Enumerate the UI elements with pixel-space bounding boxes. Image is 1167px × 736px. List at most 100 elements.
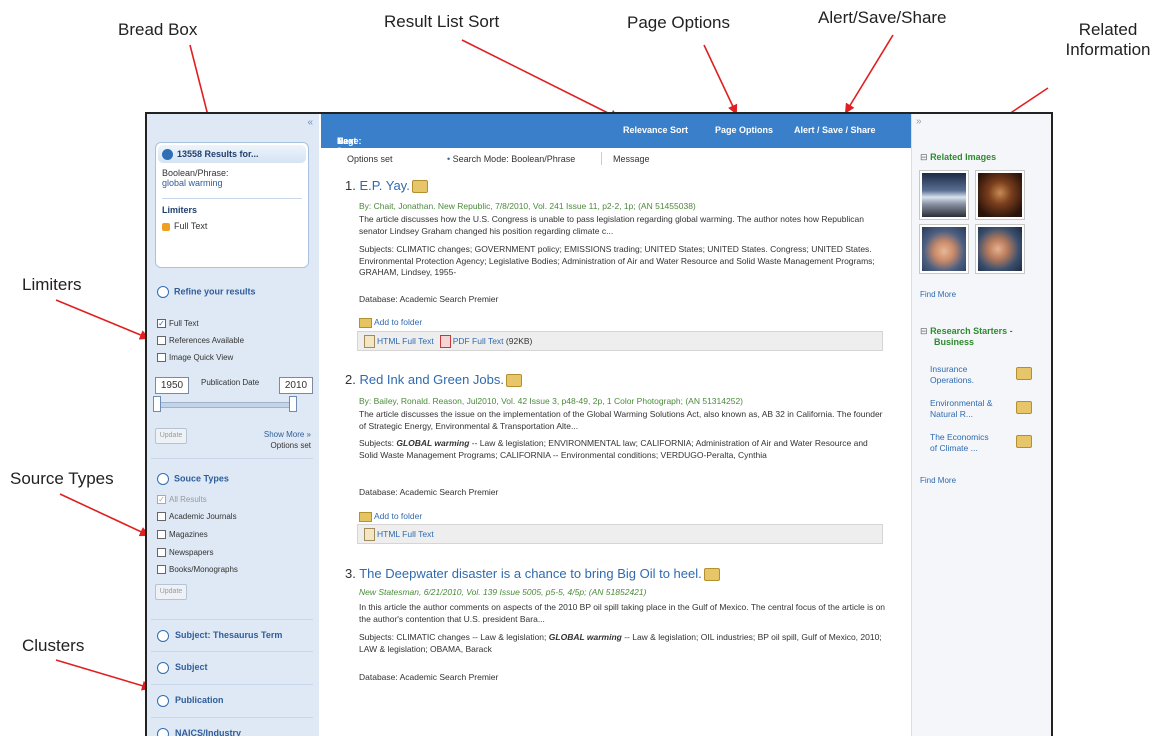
limiter-fulltext[interactable]: Full Text <box>162 221 302 231</box>
related-image-thumbnail[interactable] <box>919 170 969 220</box>
next-page-link[interactable]: Next <box>337 136 357 146</box>
checkbox-icon[interactable] <box>157 353 166 363</box>
arrow-source-types <box>59 493 150 537</box>
pdf-size: (92KB) <box>505 336 533 346</box>
alert-save-share-button[interactable]: Alert / Save / Share <box>794 125 876 135</box>
collapse-left-icon[interactable]: « <box>307 117 313 128</box>
result-subjects: Subjects: GLOBAL warming -- Law & legisl… <box>359 438 889 461</box>
result-title-link[interactable]: Red Ink and Green Jobs. <box>359 372 504 387</box>
limiter-checkbox-label: Image Quick View <box>169 353 234 362</box>
source-update-button[interactable]: Update <box>155 584 187 600</box>
remove-limiter-icon[interactable] <box>162 222 170 231</box>
research-starter-item[interactable]: Environmental & Natural R... <box>930 398 1032 420</box>
find-more-starters-link[interactable]: Find More <box>920 476 956 485</box>
checkbox-icon[interactable] <box>157 548 166 558</box>
checkbox-checked-icon[interactable]: ✓ <box>157 319 166 329</box>
results-count: 13558 Results for... <box>177 148 259 159</box>
checkbox-icon[interactable] <box>157 530 166 540</box>
related-image-thumbnail[interactable] <box>975 224 1025 274</box>
subjects-highlight: GLOBAL warming <box>396 438 470 448</box>
year-from-input[interactable]: 1950 <box>155 377 189 394</box>
limiter-checkbox-image-quick-view[interactable]: Image Quick View <box>157 353 234 363</box>
bread-box-header: 13558 Results for... <box>158 145 306 163</box>
fulltext-bar: HTML Full Text PDF Full Text (92KB) <box>357 331 883 351</box>
add-to-folder-link[interactable]: Add to folder <box>359 317 422 328</box>
search-mode-text: Search Mode: Boolean/Phrase <box>452 154 576 164</box>
expand-circle-icon <box>157 694 169 707</box>
source-checkbox-label: All Results <box>169 495 207 504</box>
checkbox-icon[interactable] <box>157 512 166 522</box>
starter-line: of Climate ... <box>930 443 978 453</box>
related-image-thumbnail[interactable] <box>919 224 969 274</box>
search-query-link[interactable]: global warming <box>162 178 302 188</box>
source-checkbox-books[interactable]: Books/Monographs <box>157 565 238 574</box>
add-to-folder-link[interactable]: Add to folder <box>359 511 422 522</box>
research-starters-header[interactable]: ⊟ Research Starters - Business <box>920 326 1013 347</box>
result-title-link[interactable]: E.P. Yay. <box>359 178 409 193</box>
limiter-checkbox-references[interactable]: References Available <box>157 336 244 346</box>
expand-circle-icon <box>157 661 169 674</box>
expand-right-icon[interactable]: » <box>916 116 922 127</box>
result-number: 2. <box>345 372 356 387</box>
year-to-input[interactable]: 2010 <box>279 377 313 394</box>
source-types-header[interactable]: Souce Types <box>157 473 229 485</box>
message-link[interactable]: Message <box>613 154 650 164</box>
collapse-circle-icon[interactable] <box>162 149 173 160</box>
search-mode-indicator[interactable]: • Search Mode: Boolean/Phrase <box>447 154 575 164</box>
magazine-icon[interactable] <box>1016 435 1032 448</box>
result-abstract: The article discusses how the U.S. Congr… <box>359 214 864 236</box>
source-checkbox-magazines[interactable]: Magazines <box>157 530 208 540</box>
result-citation: New Statesman, 6/21/2010, Vol. 139 Issue… <box>359 587 647 597</box>
date-slider-handle-left[interactable] <box>153 396 161 412</box>
arrow-alert-save-share <box>844 34 894 114</box>
html-fulltext-link[interactable]: HTML Full Text <box>377 529 434 539</box>
checkbox-checked-icon[interactable]: ✓ <box>157 495 166 505</box>
date-slider-track[interactable] <box>155 402 297 408</box>
folder-icon <box>359 317 372 328</box>
cluster-publication[interactable]: Publication <box>151 684 313 714</box>
magazine-icon[interactable] <box>703 568 720 582</box>
minus-box-icon[interactable]: ⊟ <box>920 152 928 162</box>
magazine-icon[interactable] <box>1016 367 1032 380</box>
cluster-naics-industry[interactable]: NAICS/Industry <box>151 717 313 736</box>
date-slider-handle-right[interactable] <box>289 396 297 412</box>
html-fulltext-link[interactable]: HTML Full Text <box>377 336 434 346</box>
page-options-button[interactable]: Page Options <box>715 125 773 135</box>
subjects-prefix: Subjects: <box>359 438 394 448</box>
magazine-icon[interactable] <box>411 180 428 194</box>
result-title-link[interactable]: The Deepwater disaster is a chance to br… <box>359 566 702 581</box>
result-database: Database: Academic Search Premier <box>359 294 499 304</box>
cluster-subject[interactable]: Subject <box>151 651 313 681</box>
source-checkbox-newspapers[interactable]: Newspapers <box>157 548 213 558</box>
result-abstract: In this article the author comments on a… <box>359 602 886 624</box>
pdf-fulltext-link[interactable]: PDF Full Text <box>453 336 504 346</box>
magazine-icon[interactable] <box>506 374 522 388</box>
related-information-panel: » ⊟ Related Images Find More ⊟ Research … <box>911 114 1051 736</box>
checkbox-icon[interactable] <box>157 565 166 574</box>
source-checkbox-all[interactable]: ✓ All Results <box>157 495 207 505</box>
cluster-label: Subject <box>175 662 208 672</box>
options-set-label: Options set <box>270 441 311 450</box>
related-image-thumbnail[interactable] <box>975 170 1025 220</box>
expand-circle-icon <box>157 727 169 736</box>
pdf-icon <box>439 335 451 349</box>
minus-box-icon[interactable]: ⊟ <box>920 326 928 336</box>
cluster-subject-thesaurus[interactable]: Subject: Thesaurus Term <box>151 619 313 649</box>
result-subjects: Subjects: CLIMATIC changes; GOVERNMENT p… <box>359 244 875 277</box>
limiters-update-button[interactable]: Update <box>155 428 187 444</box>
limiter-checkbox-fulltext[interactable]: ✓ Full Text <box>157 319 199 329</box>
checkbox-icon[interactable] <box>157 336 166 346</box>
options-set-text: Options set <box>347 154 393 164</box>
starter-line: The Economics <box>930 432 989 442</box>
find-more-images-link[interactable]: Find More <box>920 290 956 299</box>
refine-results-header[interactable]: Refine your results <box>157 286 256 298</box>
bread-box-body: Boolean/Phrase: global warming Limiters … <box>156 165 308 234</box>
show-more-link[interactable]: Show More » <box>264 430 311 439</box>
magazine-icon[interactable] <box>1016 401 1032 414</box>
relevance-sort-button[interactable]: Relevance Sort <box>623 125 688 135</box>
research-starter-item[interactable]: The Economics of Climate ... <box>930 432 1032 454</box>
result-title-row: 1. E.P. Yay. <box>345 178 428 194</box>
source-checkbox-academic[interactable]: Academic Journals <box>157 512 237 522</box>
research-starter-item[interactable]: Insurance Operations. <box>930 364 1032 386</box>
related-images-header[interactable]: ⊟ Related Images <box>920 152 996 163</box>
